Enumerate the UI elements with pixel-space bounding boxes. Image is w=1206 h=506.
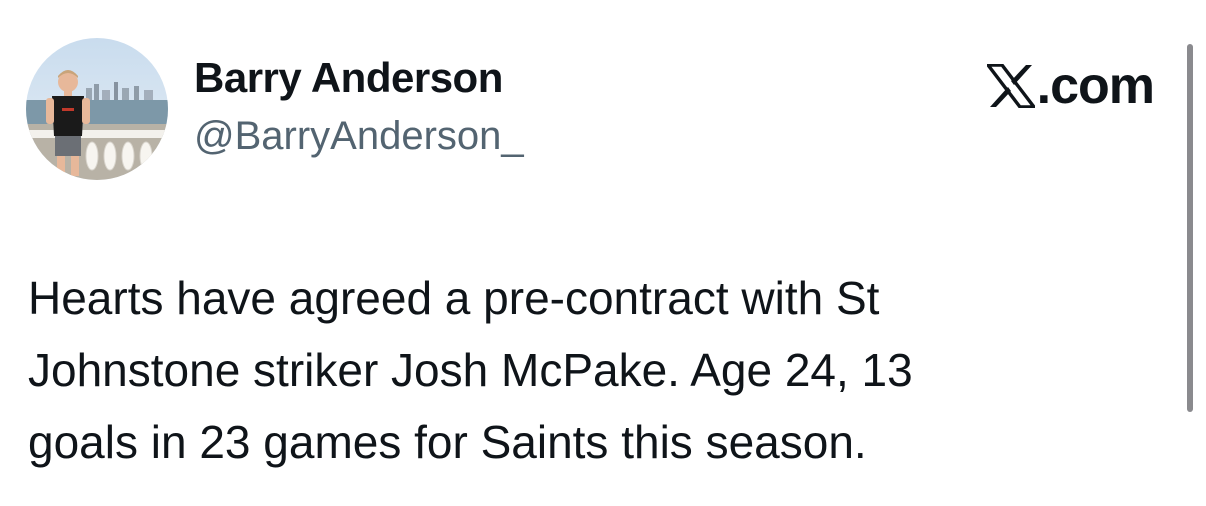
x-brand: .com	[986, 57, 1155, 115]
tweet-text-line: Hearts have agreed a pre-contract with S…	[28, 272, 880, 324]
x-logo-icon	[986, 64, 1035, 108]
author-handle[interactable]: @BarryAnderson_	[194, 114, 524, 159]
avatar-photo	[26, 38, 168, 180]
author-name[interactable]: Barry Anderson	[194, 54, 503, 102]
tweet-text: Hearts have agreed a pre-contract with S…	[28, 262, 1108, 478]
tweet-text-line: goals in 23 games for Saints this season…	[28, 416, 867, 468]
scrollbar[interactable]	[1187, 44, 1193, 412]
brand-domain-text: .com	[1036, 57, 1155, 115]
avatar[interactable]	[26, 38, 168, 180]
tweet-card: Barry Anderson @BarryAnderson_ .com Hear…	[0, 0, 1206, 506]
tweet-text-line: Johnstone striker Josh McPake. Age 24, 1…	[28, 344, 913, 396]
